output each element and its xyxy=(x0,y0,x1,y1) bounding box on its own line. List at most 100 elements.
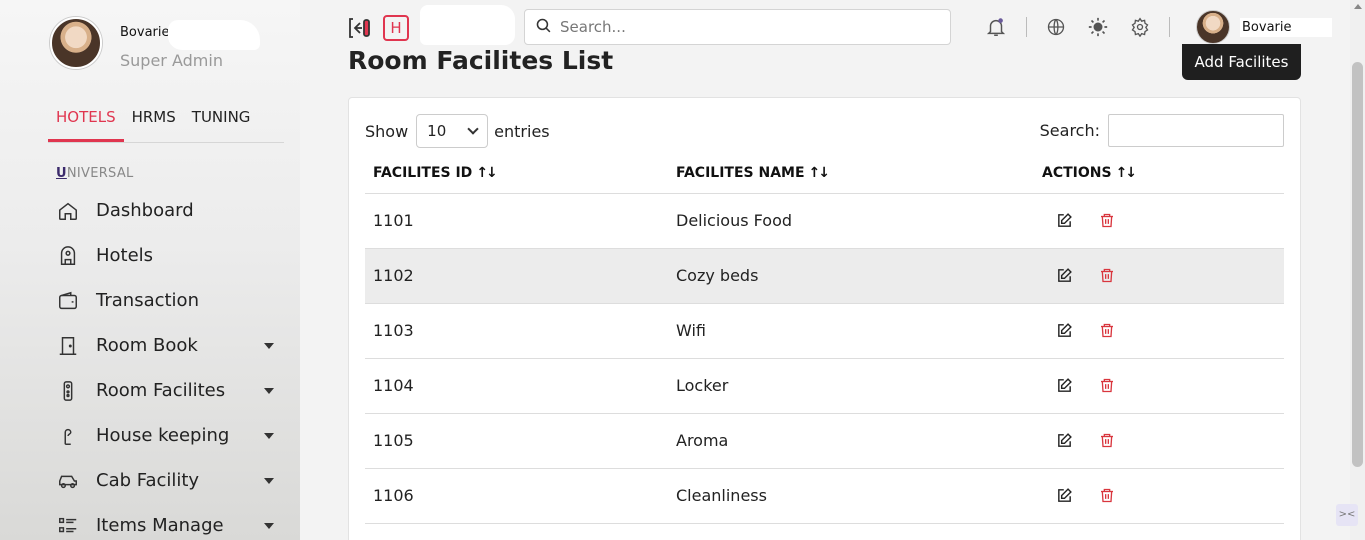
actions-cell xyxy=(1034,358,1284,414)
facility-name-cell: Cozy beds xyxy=(668,248,1034,304)
search-icon xyxy=(535,17,552,38)
redaction-blot xyxy=(420,5,515,45)
actions-cell xyxy=(1034,248,1284,304)
facility-id-cell: 1105 xyxy=(365,413,668,469)
wallet-icon xyxy=(56,289,80,313)
car-icon xyxy=(56,469,80,493)
entries-control: Show 10 entries xyxy=(365,114,550,148)
sidebar-item-label: Cab Facility xyxy=(96,470,200,491)
gear-icon[interactable] xyxy=(1129,16,1151,38)
column-header-name[interactable]: FACILITES NAME ↑↓ xyxy=(668,154,1034,194)
show-label: Show xyxy=(365,121,409,141)
sort-icon[interactable]: ↑↓ xyxy=(1116,165,1138,181)
profile-role: Super Admin xyxy=(120,51,223,70)
tab-hrms[interactable]: HRMS xyxy=(124,104,184,142)
entries-value: 10 xyxy=(427,122,447,140)
facility-name-cell: Cleanliness xyxy=(668,468,1034,524)
delete-icon[interactable] xyxy=(1099,212,1115,229)
edit-icon[interactable] xyxy=(1056,322,1073,339)
facility-id-cell: 1103 xyxy=(365,303,668,359)
sidebar-collapse-icon[interactable] xyxy=(348,17,372,39)
chat-widget-icon[interactable]: >< xyxy=(1336,504,1358,526)
user-menu[interactable]: Bovarie xyxy=(1196,10,1332,44)
page-title: Room Facilites List xyxy=(348,46,614,75)
avatar[interactable] xyxy=(50,17,102,69)
actions-cell xyxy=(1034,413,1284,469)
sidebar-item-transaction[interactable]: Transaction xyxy=(56,278,282,323)
sidebar-item-hotels[interactable]: Hotels xyxy=(56,233,282,278)
chevron-down-icon[interactable] xyxy=(264,342,274,349)
add-facility-button[interactable]: Add Facilites xyxy=(1182,44,1301,80)
sidebar-item-cab-facility[interactable]: Cab Facility xyxy=(56,458,282,503)
column-header-id[interactable]: FACILITES ID ↑↓ xyxy=(365,154,668,194)
delete-icon[interactable] xyxy=(1099,267,1115,284)
bell-icon[interactable] xyxy=(985,16,1007,38)
sidebar-item-house-keeping[interactable]: House keeping xyxy=(56,413,282,458)
sidebar-item-dashboard[interactable]: Dashboard xyxy=(56,188,282,233)
table-header-row: FACILITES ID ↑↓ FACILITES NAME ↑↓ ACTIONS ↑… xyxy=(365,154,1284,194)
section-label-rest: NIVERSAL xyxy=(66,166,134,181)
sidebar-nav: Dashboard Hotels Transaction Room Book R… xyxy=(56,188,282,540)
entries-label: entries xyxy=(494,121,550,141)
actions-cell xyxy=(1034,193,1284,249)
chevron-down-icon[interactable] xyxy=(264,522,274,529)
actions-cell xyxy=(1034,303,1284,359)
table-row: 1103 Wifi xyxy=(365,303,1284,359)
user-name: Bovarie xyxy=(1240,17,1332,37)
chevron-down-icon[interactable] xyxy=(264,477,274,484)
facilities-table: FACILITES ID ↑↓ FACILITES NAME ↑↓ ACTIONS ↑… xyxy=(365,154,1284,524)
actions-cell xyxy=(1034,468,1284,524)
chevron-down-icon[interactable] xyxy=(264,387,274,394)
edit-icon[interactable] xyxy=(1056,267,1073,284)
table-search: Search: xyxy=(1040,114,1284,147)
entries-select[interactable]: 10 xyxy=(416,114,489,148)
delete-icon[interactable] xyxy=(1099,322,1115,339)
delete-icon[interactable] xyxy=(1099,487,1115,504)
section-label-first: U xyxy=(56,166,67,181)
avatar[interactable] xyxy=(1196,10,1230,44)
table-row: 1105 Aroma xyxy=(365,413,1284,469)
table-row: 1106 Cleanliness xyxy=(365,468,1284,524)
sidebar-item-label: Dashboard xyxy=(96,200,194,221)
edit-icon[interactable] xyxy=(1056,487,1073,504)
app-logo[interactable]: H xyxy=(383,15,409,41)
edit-icon[interactable] xyxy=(1056,212,1073,229)
edit-icon[interactable] xyxy=(1056,432,1073,449)
scroll-up-arrow-icon[interactable] xyxy=(1354,4,1362,9)
hanger-icon xyxy=(56,424,80,448)
table-search-label: Search: xyxy=(1039,121,1100,140)
delete-icon[interactable] xyxy=(1099,377,1115,394)
globe-icon[interactable] xyxy=(1045,16,1067,38)
sort-icon[interactable]: ↑↓ xyxy=(476,165,498,181)
delete-icon[interactable] xyxy=(1099,432,1115,449)
sun-icon[interactable] xyxy=(1087,16,1109,38)
tab-hotels[interactable]: HOTELS xyxy=(48,104,124,142)
facility-id-cell: 1102 xyxy=(365,248,668,304)
home-icon xyxy=(56,199,80,223)
global-search[interactable] xyxy=(524,9,951,45)
sidebar: Bovarie Super Admin HOTELS HRMS TUNING U… xyxy=(0,0,300,540)
table-search-input[interactable] xyxy=(1108,114,1284,147)
column-header-actions[interactable]: ACTIONS ↑↓ xyxy=(1034,154,1284,194)
table-row: 1104 Locker xyxy=(365,358,1284,414)
sidebar-item-label: Hotels xyxy=(96,245,154,266)
scrollbar[interactable] xyxy=(1350,0,1365,540)
list-icon xyxy=(56,514,80,538)
edit-icon[interactable] xyxy=(1056,377,1073,394)
facility-name-cell: Delicious Food xyxy=(668,193,1034,249)
chevron-down-icon[interactable] xyxy=(264,432,274,439)
sidebar-item-items-manage[interactable]: Items Manage xyxy=(56,503,282,540)
divider xyxy=(1169,17,1170,37)
sort-icon[interactable]: ↑↓ xyxy=(809,165,831,181)
sidebar-item-label: Room Book xyxy=(96,335,198,356)
facility-id-cell: 1106 xyxy=(365,468,668,524)
tab-tuning[interactable]: TUNING xyxy=(184,104,259,142)
scroll-thumb[interactable] xyxy=(1352,62,1363,467)
facility-name-cell: Locker xyxy=(668,358,1034,414)
facilities-card: Show 10 entries Search: FACILITES ID ↑↓ F… xyxy=(348,97,1301,540)
section-label: UNIVERSAL xyxy=(56,166,134,181)
divider xyxy=(1026,17,1027,37)
sidebar-item-room-book[interactable]: Room Book xyxy=(56,323,282,368)
sidebar-item-room-facilites[interactable]: Room Facilites xyxy=(56,368,282,413)
search-input[interactable] xyxy=(560,18,940,36)
